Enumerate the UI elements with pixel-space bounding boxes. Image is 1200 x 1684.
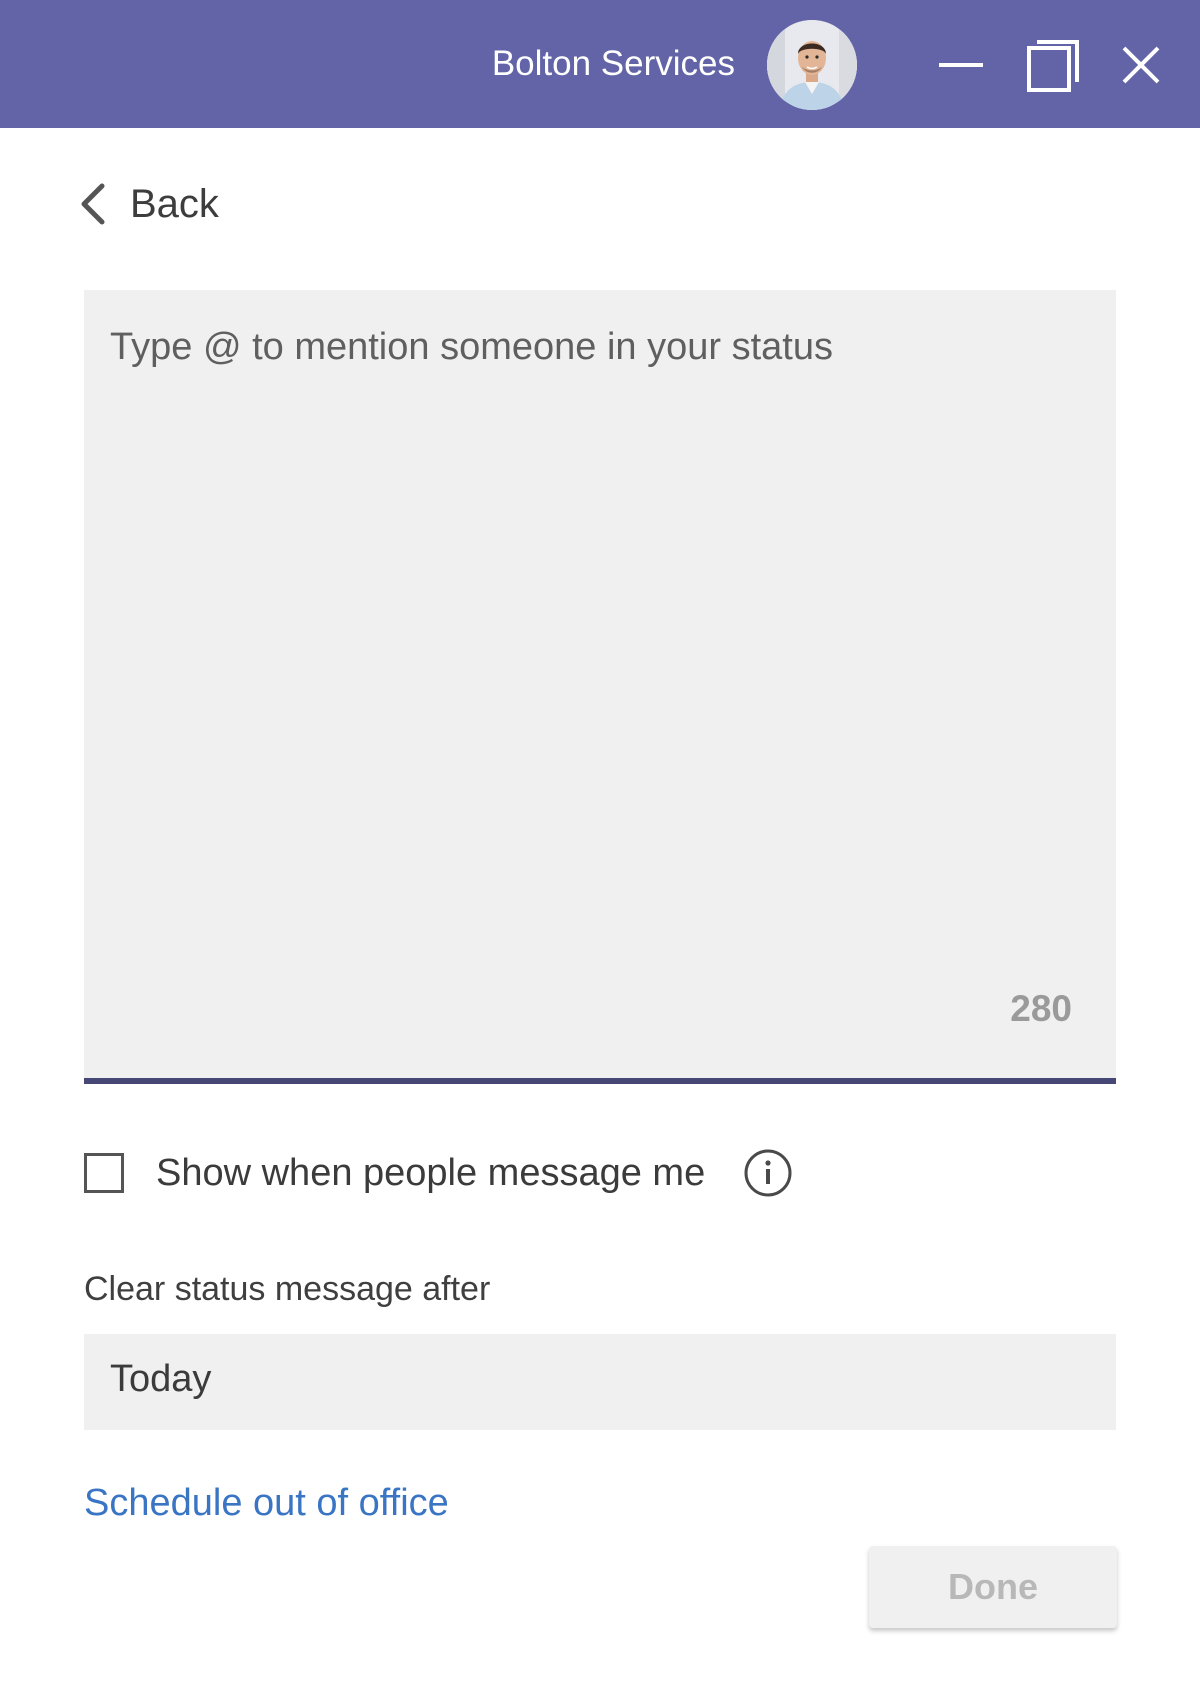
status-input-placeholder: Type @ to mention someone in your status xyxy=(110,326,833,368)
close-icon xyxy=(1122,46,1160,84)
info-icon[interactable] xyxy=(743,1148,793,1198)
maximize-icon xyxy=(1027,40,1079,92)
status-message-input[interactable]: Type @ to mention someone in your status… xyxy=(84,290,1116,1084)
minimize-icon xyxy=(939,63,983,67)
user-avatar[interactable] xyxy=(767,20,857,110)
back-label: Back xyxy=(130,181,219,226)
maximize-button[interactable] xyxy=(1021,34,1083,96)
show-when-message-label: Show when people message me xyxy=(156,1151,706,1194)
character-counter: 280 xyxy=(1010,988,1072,1029)
clear-after-selected-value: Today xyxy=(110,1358,212,1400)
organization-name: Bolton Services xyxy=(491,44,735,83)
schedule-out-of-office-link[interactable]: Schedule out of office xyxy=(84,1482,449,1525)
chevron-left-icon xyxy=(81,183,105,225)
avatar-photo-icon xyxy=(767,20,857,110)
clear-after-dropdown[interactable]: Today xyxy=(84,1334,1116,1430)
done-button[interactable]: Done xyxy=(869,1546,1117,1628)
minimize-button[interactable] xyxy=(929,34,991,96)
show-when-message-checkbox[interactable] xyxy=(84,1153,124,1193)
clear-after-label: Clear status message after xyxy=(84,1270,491,1308)
close-button[interactable] xyxy=(1110,34,1172,96)
back-button[interactable]: Back xyxy=(74,176,219,232)
show-when-message-row: Show when people message me xyxy=(84,1145,793,1201)
title-bar: Bolton Services xyxy=(0,0,1200,128)
